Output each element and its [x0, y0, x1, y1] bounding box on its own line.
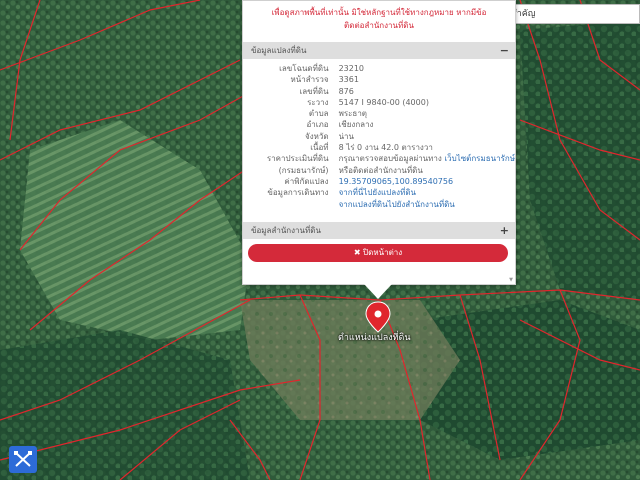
table-row: หน้าสำรวจ 3361: [243, 74, 515, 85]
row-label: ข้อมูลการเดินทาง: [267, 188, 329, 198]
row-label: อำเภอ: [306, 120, 329, 130]
parcel-info-popup: เพื่อดูสภาพพื้นที่เท่านั้น มิใช่หลักฐานท…: [242, 0, 516, 285]
table-row: เนื้อที่ 8 ไร่ 0 งาน 42.0 ตารางวา: [243, 142, 515, 153]
row-label: [243, 199, 339, 210]
disclaimer-line-2: ติดต่อสำนักงานที่ดิน: [344, 21, 414, 30]
parcel-section-header[interactable]: ข้อมูลแปลงที่ดิน −: [243, 42, 515, 59]
expand-icon[interactable]: +: [500, 222, 509, 239]
directions-to-parcel-link[interactable]: จากที่นี่ไปยังแปลงที่ดิน: [339, 188, 416, 197]
office-section-header[interactable]: ข้อมูลสำนักงานที่ดิน +: [243, 222, 515, 239]
parcel-section-title: ข้อมูลแปลงที่ดิน: [251, 46, 307, 55]
row-value: หรือติดต่อสำนักงานที่ดิน: [338, 165, 423, 175]
crossed-tools-icon: [14, 451, 32, 467]
table-row: จากแปลงที่ดินไปยังสำนักงานที่ดิน: [243, 199, 515, 210]
office-section-title: ข้อมูลสำนักงานที่ดิน: [251, 226, 321, 235]
table-row: อำเภอ เชียงกลาง: [243, 119, 515, 130]
table-row: เลขที่ดิน 876: [243, 86, 515, 97]
table-row: ระวาง 5147 I 9840-00 (4000): [243, 97, 515, 108]
disclaimer-notice: เพื่อดูสภาพพื้นที่เท่านั้น มิใช่หลักฐานท…: [243, 1, 515, 37]
row-value: น่าน: [338, 131, 354, 141]
row-value: 3361: [338, 75, 359, 85]
table-row: ตำบล พระธาตุ: [243, 108, 515, 119]
parcel-info-table: เลขโฉนดที่ดิน 23210 หน้าสำรวจ 3361 เลขที…: [243, 63, 515, 210]
row-label: จังหวัด: [305, 131, 329, 141]
tools-button[interactable]: [9, 446, 37, 473]
table-row: (กรมธนารักษ์) หรือติดต่อสำนักงานที่ดิน: [243, 165, 515, 176]
row-label: เลขที่ดิน: [299, 86, 329, 96]
pin-label: ตำแหน่งแปลงที่ดิน: [338, 333, 411, 343]
row-value: พระธาตุ: [338, 109, 367, 119]
disclaimer-line-1: เพื่อดูสภาพพื้นที่เท่านั้น มิใช่หลักฐานท…: [271, 8, 487, 17]
row-value: เชียงกลาง: [338, 120, 374, 130]
row-label: หน้าสำรวจ: [290, 75, 329, 85]
row-label: ระวาง: [307, 97, 329, 107]
table-row: ราคาประเมินที่ดิน กรุณาตรวจสอบข้อมูลผ่าน…: [243, 153, 515, 164]
collapse-icon[interactable]: −: [500, 42, 509, 59]
row-value: กรุณาตรวจสอบข้อมูลผ่านทาง: [338, 154, 442, 164]
row-value: 876: [338, 86, 354, 96]
directions-to-office-link[interactable]: จากแปลงที่ดินไปยังสำนักงานที่ดิน: [339, 200, 455, 209]
table-row: ข้อมูลการเดินทาง จากที่นี่ไปยังแปลงที่ดิ…: [243, 187, 515, 198]
row-label: ราคาประเมินที่ดิน: [266, 154, 329, 164]
popup-pointer: [364, 284, 392, 299]
scroll-down-icon[interactable]: ▼: [509, 277, 513, 283]
row-label: (กรมธนารักษ์): [278, 165, 329, 175]
row-label: ค่าพิกัดแปลง: [284, 176, 329, 186]
close-window-button[interactable]: ✖ ปิดหน้าต่าง: [248, 244, 508, 262]
treasury-website-link[interactable]: เว็บไซต์กรมธนารักษ์: [444, 154, 515, 163]
row-value: 5147 I 9840-00 (4000): [338, 97, 429, 107]
table-row: ค่าพิกัดแปลง 19.35709065,100.89540756: [243, 176, 515, 187]
table-row: จังหวัด น่าน: [243, 131, 515, 142]
row-label: ตำบล: [308, 109, 329, 119]
row-value: 23210: [338, 64, 365, 73]
row-label: เนื้อที่: [310, 143, 329, 153]
row-label: เลขโฉนดที่ดิน: [279, 64, 329, 73]
coordinates-link[interactable]: 19.35709065,100.89540756: [339, 177, 454, 186]
table-row: เลขโฉนดที่ดิน 23210: [243, 63, 515, 74]
row-value: 8 ไร่ 0 งาน 42.0 ตารางวา: [338, 143, 433, 153]
